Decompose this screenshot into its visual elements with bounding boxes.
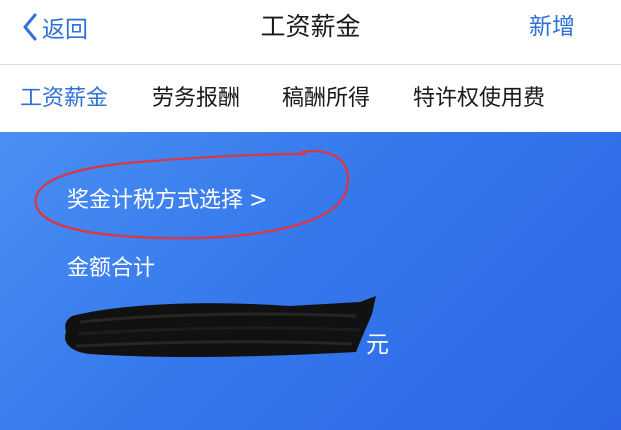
income-type-tabs: 工资薪金 劳务报酬 稿酬所得 特许权使用费 (0, 65, 621, 132)
salary-summary-panel: 奖金计税方式选择 > 金额合计 元 (0, 132, 621, 430)
add-button[interactable]: 新增 (529, 9, 575, 45)
tab-labor-remuneration[interactable]: 劳务报酬 (152, 65, 240, 132)
navigation-bar: 返回 工资薪金 新增 (0, 0, 621, 58)
tab-salary[interactable]: 工资薪金 (20, 65, 108, 132)
page-title: 工资薪金 (260, 12, 361, 41)
bonus-tax-method-link[interactable]: 奖金计税方式选择 > (67, 184, 267, 218)
total-amount-label: 金额合计 (67, 256, 156, 281)
redacted-amount (65, 296, 376, 358)
tab-author-remuneration[interactable]: 稿酬所得 (282, 65, 370, 132)
amount-unit: 元 (366, 332, 389, 358)
tab-royalties[interactable]: 特许权使用费 (413, 65, 545, 132)
bonus-tax-method-label: 奖金计税方式选择 (67, 188, 244, 213)
chevron-right-icon: > (249, 188, 268, 213)
